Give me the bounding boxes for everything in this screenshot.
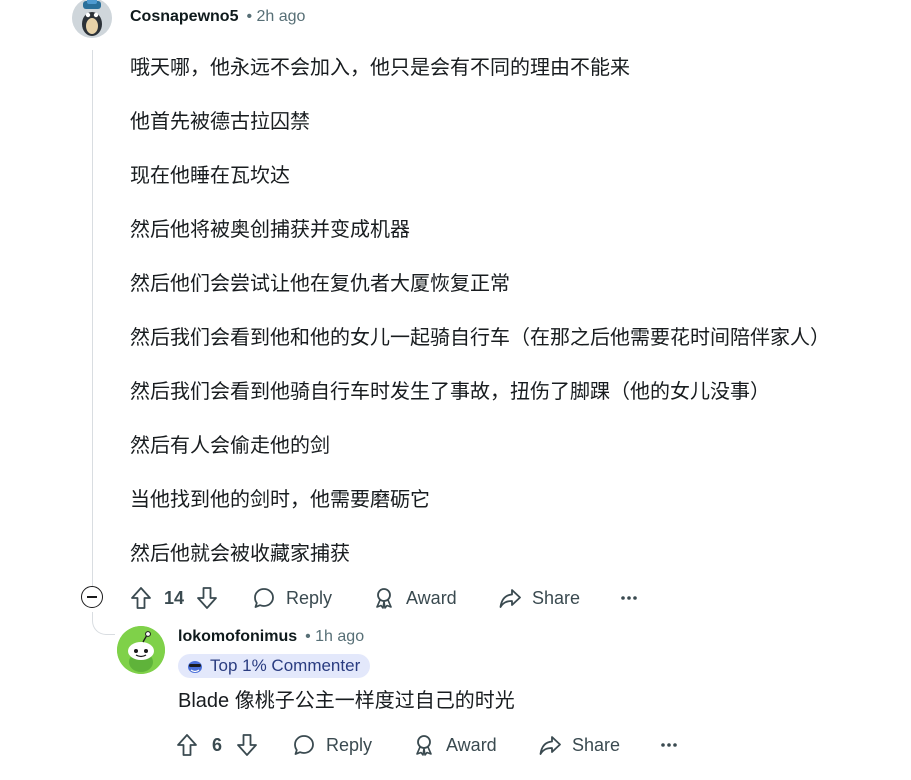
collapse-thread-button[interactable]	[81, 586, 103, 608]
comment-paragraph: 当他找到他的剑时，他需要磨砺它	[130, 489, 430, 511]
comment-paragraph: 然后我们会看到他和他的女儿一起骑自行车（在那之后他需要花时间陪伴家人）	[130, 327, 830, 349]
comment-timestamp[interactable]: • 2h ago	[246, 8, 305, 26]
arrow-down-icon	[197, 587, 217, 609]
arrow-up-icon	[131, 587, 151, 609]
minus-circle-icon	[87, 596, 97, 598]
arrow-up-icon	[177, 734, 197, 756]
share-button[interactable]: Share	[538, 733, 620, 757]
comment-paragraph: 现在他睡在瓦坎达	[130, 165, 290, 187]
award-ribbon-icon	[376, 588, 392, 609]
award-button[interactable]: Award	[372, 586, 457, 610]
downvote-button[interactable]	[236, 733, 258, 757]
speech-bubble-icon	[294, 735, 314, 755]
award-label: Award	[406, 587, 457, 608]
award-button[interactable]: Award	[412, 733, 497, 757]
ellipsis-icon	[621, 596, 637, 600]
speech-bubble-icon	[254, 588, 274, 608]
comment-paragraph: 然后我们会看到他骑自行车时发生了事故，扭伤了脚踝（他的女儿没事）	[130, 381, 770, 403]
comment-paragraph: 他首先被德古拉囚禁	[130, 111, 310, 133]
avatar[interactable]	[72, 0, 112, 38]
share-label: Share	[532, 587, 581, 608]
comment-paragraph: 然后他们会尝试让他在复仇者大厦恢复正常	[130, 273, 510, 295]
share-arrow-icon	[499, 589, 521, 608]
comment-paragraph: 然后他就会被收藏家捕获	[130, 543, 350, 565]
thread-line	[92, 50, 93, 595]
badge-label: Top 1% Commenter	[210, 656, 361, 675]
award-label: Award	[446, 734, 497, 755]
share-label: Share	[572, 734, 621, 755]
reply-button[interactable]: Reply	[292, 733, 372, 757]
avatar[interactable]	[117, 626, 165, 674]
reply-label: Reply	[326, 734, 373, 755]
vote-count: 14	[164, 588, 185, 608]
reply-timestamp[interactable]: • 1h ago	[305, 628, 364, 646]
comment-paragraph: 哦天哪，他永远不会加入，他只是会有不同的理由不能来	[130, 57, 630, 79]
comment-paragraph: 然后他将被奥创捕获并变成机器	[130, 219, 410, 241]
reply-button[interactable]: Reply	[252, 586, 332, 610]
ellipsis-icon	[661, 743, 677, 747]
arrow-down-icon	[237, 734, 257, 756]
reply-author[interactable]: lokomofonimus	[178, 628, 297, 646]
comment-paragraph: 然后有人会偷走他的剑	[130, 435, 330, 457]
commenter-badge: Top 1% Commenter	[178, 654, 371, 678]
more-options-button[interactable]	[620, 586, 638, 610]
more-options-button[interactable]	[660, 733, 678, 757]
reply-body: Blade 像桃子公主一样度过自己的时光	[178, 690, 515, 712]
share-button[interactable]: Share	[498, 586, 580, 610]
commenter-icon	[188, 661, 202, 673]
award-ribbon-icon	[416, 735, 432, 756]
vote-count: 6	[212, 735, 223, 755]
share-arrow-icon	[539, 736, 561, 755]
upvote-button[interactable]	[176, 733, 198, 757]
thread-connector	[92, 612, 115, 635]
reply-label: Reply	[286, 587, 333, 608]
upvote-button[interactable]	[130, 586, 152, 610]
comment-author[interactable]: Cosnapewno5	[130, 8, 238, 26]
downvote-button[interactable]	[196, 586, 218, 610]
